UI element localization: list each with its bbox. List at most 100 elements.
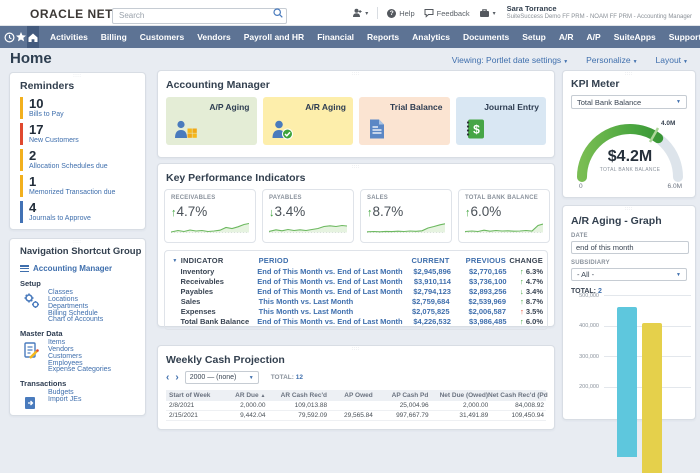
layout-dropdown[interactable]: Layout▼ (656, 55, 688, 65)
indicator-period[interactable]: End of This Month vs. End of Last Month (257, 317, 397, 326)
table-row[interactable]: Sales This Month vs. Last Month $2,759,6… (169, 296, 543, 306)
ar-aging-card[interactable]: A/R Aging (263, 97, 354, 145)
pager-prev-button[interactable]: ‹ (166, 373, 169, 383)
trial-balance-card[interactable]: Trial Balance (359, 97, 450, 145)
user-info[interactable]: Sara Torrance SuiteSuccess Demo FF PRM -… (507, 5, 692, 21)
shortcuts-button[interactable] (15, 26, 27, 48)
drag-handle-icon[interactable]: ∷∷ (352, 72, 360, 77)
reminder-label[interactable]: Bills to Pay (29, 111, 145, 119)
col-ap-cash-pd[interactable]: AP Cash Pd (373, 392, 429, 399)
shortcut-link-expense-categories[interactable]: Expense Categories (48, 367, 145, 374)
indicator-current[interactable]: $2,945,896 (397, 267, 451, 276)
filter-caret-icon[interactable]: ▼ (169, 258, 181, 264)
indicator-previous[interactable]: $2,006,587 (450, 307, 506, 316)
col-net-due[interactable]: Net Due (Owed) (428, 392, 488, 399)
col-start-of-week[interactable]: Start of Week (166, 392, 218, 399)
nav-item-financial[interactable]: Financial (317, 32, 354, 42)
table-row[interactable]: 2/15/2021 9,442.04 79,592.09 29,565.84 9… (166, 411, 546, 421)
nav-item-ar[interactable]: A/R (559, 32, 574, 42)
indicator-current[interactable]: $3,910,114 (397, 277, 451, 286)
reminder-label[interactable]: Allocation Schedules due (29, 163, 145, 171)
indicator-current[interactable]: $4,226,532 (397, 317, 451, 326)
personalize-dropdown[interactable]: Personalize▼ (586, 55, 637, 65)
reminder-new-customers[interactable]: 17 New Customers (20, 123, 145, 145)
drag-handle-icon[interactable]: ∷∷ (73, 74, 81, 79)
nav-item-vendors[interactable]: Vendors (197, 32, 231, 42)
date-input[interactable] (571, 241, 689, 254)
pager-next-button[interactable]: › (175, 373, 178, 383)
home-tab[interactable] (27, 26, 39, 48)
indicator-current[interactable]: $2,794,123 (397, 287, 451, 296)
search-icon[interactable] (273, 8, 283, 18)
reminder-journals-to-approve[interactable]: 4 Journals to Approve (20, 201, 145, 223)
shortcut-link-chart-of-accounts[interactable]: Chart of Accounts (48, 317, 145, 324)
shortcut-link-import-jes[interactable]: Import JEs (48, 397, 145, 404)
indicator-current[interactable]: $2,759,684 (395, 297, 450, 306)
nav-item-billing[interactable]: Billing (101, 32, 127, 42)
indicator-current[interactable]: $2,075,825 (395, 307, 450, 316)
drag-handle-icon[interactable]: ∷∷ (73, 240, 81, 245)
reminder-bills-to-pay[interactable]: 10 Bills to Pay (20, 97, 145, 119)
nav-item-analytics[interactable]: Analytics (412, 32, 450, 42)
drag-handle-icon[interactable]: ∷∷ (625, 207, 633, 212)
kpi-meter-dropdown[interactable]: Total Bank Balance ▼ (571, 95, 687, 109)
nav-item-payroll-hr[interactable]: Payroll and HR (244, 32, 304, 42)
reminder-label[interactable]: New Customers (29, 137, 145, 145)
total-value[interactable]: 12 (296, 374, 303, 381)
col-ap-owed[interactable]: AP Owed (327, 392, 373, 399)
kpi-card-sales[interactable]: SALES ↑8.7% (360, 189, 452, 243)
nav-item-ap[interactable]: A/P (587, 32, 601, 42)
indicator-period[interactable]: End of This Month vs. End of Last Month (257, 277, 397, 286)
indicator-previous[interactable]: $2,770,165 (451, 267, 507, 276)
nav-item-suiteapps[interactable]: SuiteApps (614, 32, 656, 42)
table-row[interactable]: Total Bank Balance End of This Month vs.… (169, 316, 543, 326)
col-ar-due[interactable]: AR Due ▲ (218, 392, 266, 399)
feedback-button[interactable]: Feedback (424, 8, 470, 18)
indicator-previous[interactable]: $2,893,256 (451, 287, 507, 296)
help-button[interactable]: ? Help (387, 9, 414, 18)
drag-handle-icon[interactable]: ∷∷ (352, 165, 360, 170)
nav-item-documents[interactable]: Documents (463, 32, 509, 42)
role-menu-button[interactable]: ▾ (479, 8, 496, 18)
kpi-card-total-bank-balance[interactable]: TOTAL BANK BALANCE ↑6.0% (458, 189, 550, 243)
viewing-dropdown[interactable]: Viewing: Portlet date settings▼ (452, 55, 568, 65)
nav-item-activities[interactable]: Activities (50, 32, 88, 42)
range-dropdown[interactable]: 2000 — (none) ▼ (185, 371, 259, 384)
drag-handle-icon[interactable]: ∷∷ (625, 72, 633, 77)
journal-entry-card[interactable]: Journal Entry $ (456, 97, 547, 145)
quick-add-button[interactable]: ▾ (352, 8, 368, 18)
nav-item-reports[interactable]: Reports (367, 32, 399, 42)
indicator-previous[interactable]: $3,736,100 (451, 277, 507, 286)
indicator-previous[interactable]: $3,986,485 (451, 317, 507, 326)
kpi-card-receivables[interactable]: RECEIVABLES ↑4.7% (164, 189, 256, 243)
indicator-previous[interactable]: $2,539,969 (450, 297, 506, 306)
nav-item-setup[interactable]: Setup (522, 32, 546, 42)
indicator-period[interactable]: This Month vs. Last Month (259, 307, 395, 316)
col-net-cash-recd[interactable]: Net Cash Rec'd (Pd (488, 392, 546, 399)
col-ar-cash-recd[interactable]: AR Cash Rec'd (265, 392, 327, 399)
indicator-period[interactable]: End of This Month vs. End of Last Month (257, 287, 397, 296)
indicator-period[interactable]: End of This Month vs. End of Last Month (257, 267, 397, 276)
reminder-memorized-transaction[interactable]: 1 Memorized Transaction due (20, 175, 145, 197)
recent-records-button[interactable] (4, 26, 15, 48)
table-row[interactable]: Receivables End of This Month vs. End of… (169, 276, 543, 286)
nav-item-support[interactable]: Support (669, 32, 700, 42)
nav-item-customers[interactable]: Customers (140, 32, 184, 42)
ap-aging-card[interactable]: A/P Aging (166, 97, 257, 145)
table-row[interactable]: Expenses This Month vs. Last Month $2,07… (169, 306, 543, 316)
feedback-bubble-icon (424, 8, 434, 18)
reminder-label[interactable]: Journals to Approve (29, 215, 145, 223)
shortcut-accounting-manager[interactable]: Accounting Manager (20, 264, 145, 273)
subsidiary-dropdown[interactable]: - All - ▼ (571, 268, 687, 281)
drag-handle-icon[interactable]: ∷∷ (352, 347, 360, 352)
bar-series-2[interactable] (642, 323, 662, 473)
indicator-period[interactable]: This Month vs. Last Month (259, 297, 395, 306)
kpi-card-payables[interactable]: PAYABLES ↓3.4% (262, 189, 354, 243)
search-input[interactable] (112, 8, 287, 24)
reminder-label[interactable]: Memorized Transaction due (29, 189, 145, 197)
bar-series-1[interactable] (617, 307, 637, 457)
table-row[interactable]: Payables End of This Month vs. End of La… (169, 286, 543, 296)
reminder-allocation-schedules[interactable]: 2 Allocation Schedules due (20, 149, 145, 171)
table-row[interactable]: Inventory End of This Month vs. End of L… (169, 266, 543, 276)
kpi-title: Key Performance Indicators (166, 172, 554, 184)
